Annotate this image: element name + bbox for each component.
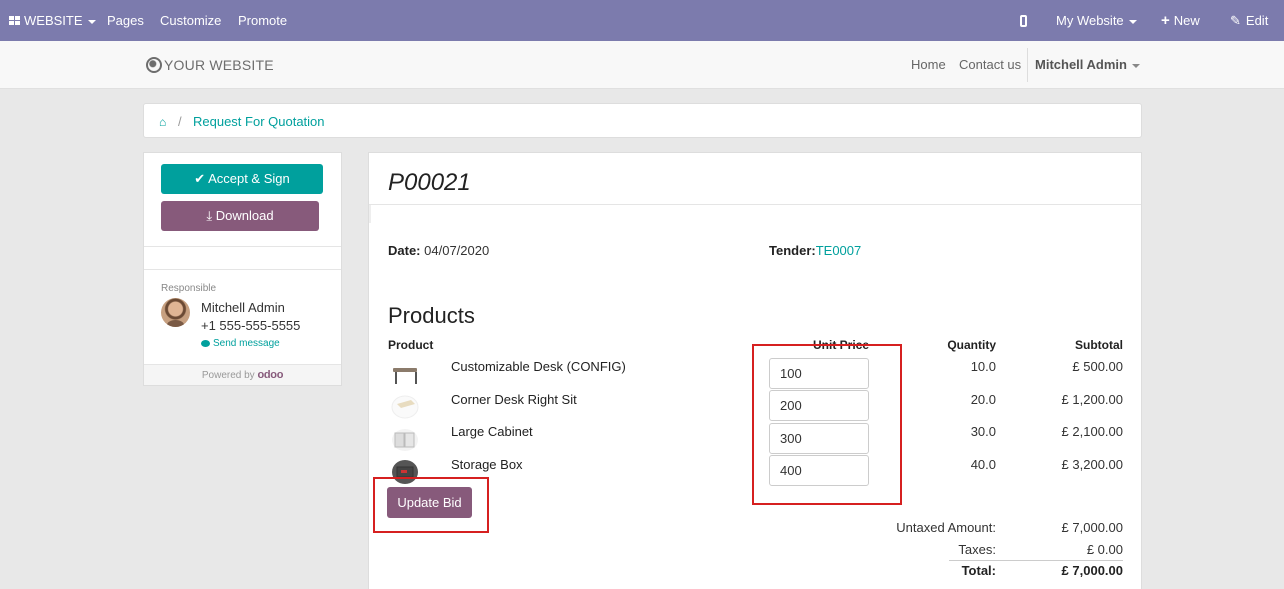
- quotation-sidebar: ✔ Accept & Sign ⤓ Download Responsible M…: [143, 152, 342, 386]
- site-header: YOUR WEBSITE Home Contact us Mitchell Ad…: [0, 41, 1284, 89]
- menu-pages[interactable]: Pages: [107, 0, 144, 41]
- my-website-label: My Website: [1056, 13, 1124, 28]
- total-value: £ 7,000.00: [1061, 563, 1123, 578]
- logo-text: YOUR WEBSITE: [164, 57, 274, 73]
- cabinet-icon: [392, 429, 418, 451]
- apps-grid-icon: [9, 16, 21, 26]
- plus-icon: +: [1161, 12, 1170, 29]
- chevron-down-icon: [1131, 63, 1140, 68]
- send-message-link[interactable]: Send message: [201, 338, 280, 349]
- date-value: 04/07/2020: [424, 243, 490, 258]
- order-date: Date: 04/07/2020: [388, 243, 489, 258]
- untaxed-amount-value: £ 7,000.00: [1061, 520, 1123, 535]
- breadcrumb-separator: /: [178, 114, 182, 129]
- divider: [369, 205, 371, 223]
- unit-price-highlight-box: [752, 344, 902, 505]
- avatar: [161, 298, 190, 327]
- nav-home[interactable]: Home: [911, 57, 946, 72]
- app-menu-toggle[interactable]: WEBSITE: [9, 0, 96, 41]
- download-button[interactable]: ⤓ Download: [161, 201, 319, 231]
- subtotal-value: £ 3,200.00: [1061, 457, 1123, 472]
- update-bid-highlight-box: [373, 477, 489, 533]
- chevron-down-icon: [1128, 19, 1137, 24]
- user-menu-label: Mitchell Admin: [1035, 57, 1127, 72]
- app-menu-label: WEBSITE: [24, 13, 83, 28]
- download-icon: ⤓: [206, 208, 213, 223]
- quantity-value: 40.0: [970, 457, 996, 472]
- nav-contact-us[interactable]: Contact us: [959, 57, 1021, 72]
- mobile-preview-button[interactable]: [1020, 0, 1027, 41]
- column-header-subtotal: Subtotal: [1075, 338, 1123, 352]
- my-website-dropdown[interactable]: My Website: [1056, 0, 1137, 41]
- subtotal-value: £ 2,100.00: [1061, 424, 1123, 439]
- home-icon[interactable]: ⌂: [159, 115, 166, 129]
- powered-by-label: Powered by: [201, 370, 255, 381]
- taxes-label: Taxes:: [958, 542, 996, 557]
- chevron-down-icon: [87, 19, 96, 24]
- product-name[interactable]: Customizable Desk (CONFIG): [451, 359, 626, 374]
- divider: [144, 269, 341, 270]
- responsible-name: Mitchell Admin: [201, 300, 285, 315]
- tender-link[interactable]: TE0007: [816, 243, 862, 258]
- quantity-value: 10.0: [970, 359, 996, 374]
- divider: [369, 204, 1141, 205]
- products-heading: Products: [388, 303, 475, 328]
- total-label: Total:: [961, 563, 996, 578]
- column-header-product: Product: [388, 338, 434, 352]
- subtotal-value: £ 1,200.00: [1061, 392, 1123, 407]
- untaxed-amount-label: Untaxed Amount:: [896, 520, 996, 535]
- quantity-value: 30.0: [970, 424, 996, 439]
- date-label: Date:: [388, 243, 421, 258]
- quantity-value: 20.0: [970, 392, 996, 407]
- corner-desk-icon: [391, 395, 419, 419]
- product-name[interactable]: Corner Desk Right Sit: [451, 392, 577, 407]
- edit-button[interactable]: ✎ Edit: [1230, 0, 1268, 41]
- send-message-label: Send message: [213, 338, 280, 349]
- odoo-logo[interactable]: odoo: [257, 369, 283, 381]
- mobile-icon: [1020, 15, 1027, 27]
- page-title: P00021: [388, 169, 471, 196]
- globe-icon: [146, 57, 162, 73]
- site-logo[interactable]: YOUR WEBSITE: [146, 57, 274, 73]
- divider: [949, 560, 1123, 561]
- pencil-icon: ✎: [1230, 13, 1241, 28]
- edit-label: Edit: [1245, 13, 1269, 28]
- column-header-quantity: Quantity: [947, 338, 996, 352]
- breadcrumb-current[interactable]: Request For Quotation: [193, 114, 325, 129]
- desk-icon: [393, 368, 417, 384]
- taxes-value: £ 0.00: [1086, 542, 1123, 557]
- responsible-phone: +1 555-555-5555: [201, 318, 301, 333]
- check-icon: ✔: [194, 171, 206, 186]
- product-name[interactable]: Large Cabinet: [451, 424, 533, 439]
- responsible-label: Responsible: [161, 283, 217, 294]
- product-name[interactable]: Storage Box: [451, 457, 523, 472]
- nav-divider: [1027, 48, 1028, 82]
- download-label: Download: [215, 208, 274, 223]
- breadcrumb: ⌂ / Request For Quotation: [143, 103, 1142, 138]
- user-menu[interactable]: Mitchell Admin: [1035, 57, 1140, 72]
- menu-customize[interactable]: Customize: [160, 0, 221, 41]
- divider: [144, 246, 341, 247]
- website-admin-bar: WEBSITE Pages Customize Promote My Websi…: [0, 0, 1284, 41]
- accept-sign-label: Accept & Sign: [208, 171, 290, 186]
- new-button[interactable]: + New: [1161, 0, 1200, 41]
- subtotal-value: £ 500.00: [1072, 359, 1123, 374]
- tender-info: Tender:TE0007: [769, 243, 861, 258]
- tender-label: Tender:: [769, 243, 816, 258]
- comment-icon: [201, 340, 210, 347]
- menu-promote[interactable]: Promote: [238, 0, 287, 41]
- powered-by: Powered by odoo: [144, 364, 341, 385]
- accept-sign-button[interactable]: ✔ Accept & Sign: [161, 164, 323, 194]
- new-label: New: [1173, 13, 1200, 28]
